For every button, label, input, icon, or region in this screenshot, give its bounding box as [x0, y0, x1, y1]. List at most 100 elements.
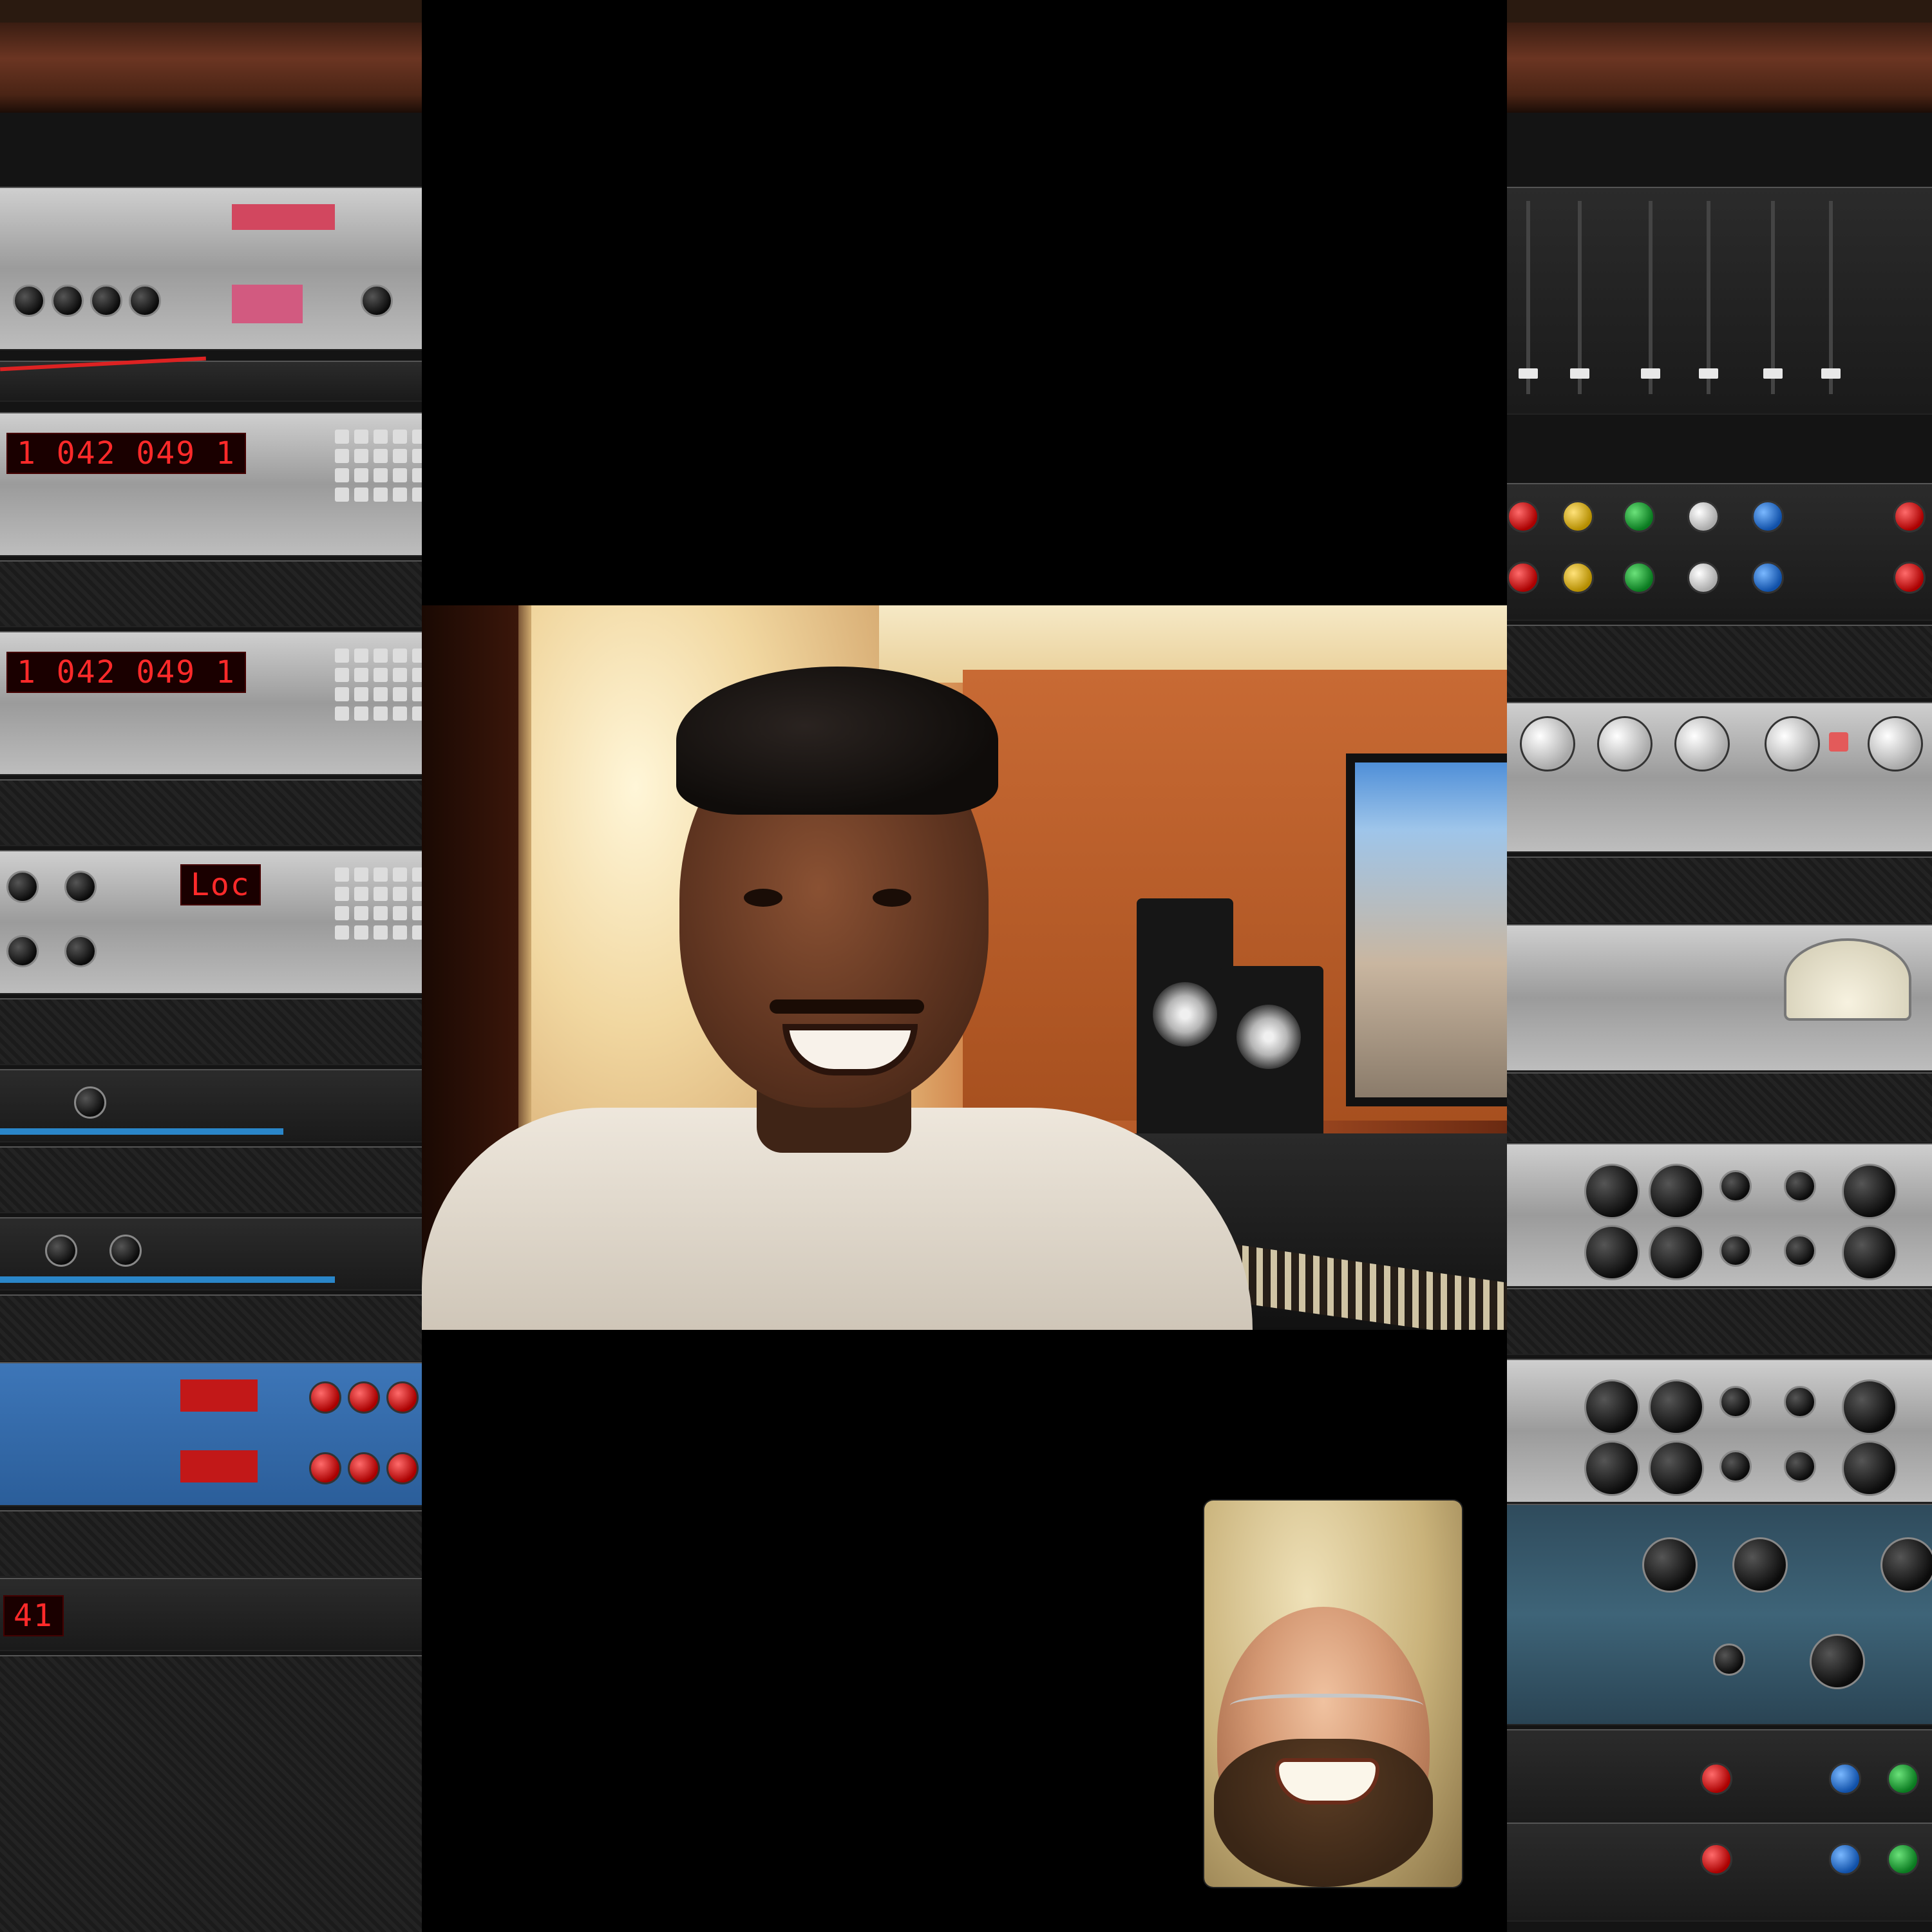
red-display-window	[180, 1379, 258, 1412]
knob	[361, 285, 393, 317]
rack-unit-reverb: Loc	[0, 850, 422, 994]
red-display-window	[180, 1450, 258, 1482]
knob	[6, 935, 39, 967]
right-equipment-rack	[1507, 0, 1932, 1932]
glasses	[1230, 1694, 1423, 1723]
knob	[1719, 1450, 1752, 1482]
red-knob	[1893, 562, 1926, 594]
rack-unit-tube-eq	[1507, 1504, 1932, 1725]
blank-panel	[1507, 1072, 1932, 1142]
blank-panel	[0, 779, 422, 846]
mustache	[770, 999, 924, 1014]
fader-cap	[1699, 368, 1718, 379]
knob	[1649, 1164, 1704, 1219]
knob	[129, 285, 161, 317]
red-knob	[309, 1381, 341, 1414]
remote-participant	[422, 605, 1507, 1330]
blank-panel	[0, 1146, 422, 1213]
green-knob	[1623, 500, 1655, 533]
knob	[1868, 716, 1923, 772]
red-knob	[386, 1452, 419, 1484]
shelf-top	[1507, 0, 1932, 23]
smile	[1275, 1758, 1379, 1804]
rack-unit-delay-2: 1 042 049 1	[0, 631, 422, 775]
knob	[1719, 1386, 1752, 1418]
fader-cap	[1519, 368, 1538, 379]
knob	[52, 285, 84, 317]
knob	[1842, 1225, 1897, 1280]
fader-track	[1578, 201, 1582, 394]
white-knob	[1687, 562, 1719, 594]
knob	[1649, 1379, 1704, 1435]
fader-track	[1649, 201, 1653, 394]
eye	[873, 889, 911, 907]
green-knob	[1887, 1763, 1919, 1795]
red-display-window	[232, 285, 303, 323]
knob	[1784, 1170, 1816, 1202]
led-display: 1 042 049 1	[6, 433, 246, 474]
rack-unit-graphic-eq	[1507, 187, 1932, 415]
fader-track	[1526, 201, 1530, 394]
rack-unit-blue-dual	[0, 1362, 422, 1506]
fader-cap	[1763, 368, 1783, 379]
keypad	[335, 430, 422, 502]
blank-panel	[0, 1655, 422, 1932]
green-knob	[1623, 562, 1655, 594]
patchbay	[0, 356, 422, 402]
blue-knob	[1829, 1763, 1861, 1795]
fader-track	[1707, 201, 1710, 394]
knob	[1880, 1537, 1932, 1593]
blank-panel	[1507, 857, 1932, 923]
red-button	[1829, 732, 1848, 752]
knob	[1842, 1379, 1897, 1435]
yellow-knob	[1562, 500, 1594, 533]
black-cap	[676, 667, 998, 815]
red-knob	[386, 1381, 419, 1414]
blank-panel	[0, 1294, 422, 1361]
red-knob	[1507, 562, 1539, 594]
rack-unit-eq	[0, 1217, 422, 1291]
red-knob	[1893, 500, 1926, 533]
knob	[6, 871, 39, 903]
rack-unit-colored-knobs	[1507, 483, 1932, 621]
blank-panel	[0, 560, 422, 627]
self-preview-video[interactable]	[1204, 1501, 1462, 1887]
rack-unit-multi-effects: 41	[0, 1578, 422, 1651]
red-knob	[1700, 1763, 1732, 1795]
blue-knob	[1752, 562, 1784, 594]
green-knob	[1887, 1843, 1919, 1875]
knob	[1784, 1386, 1816, 1418]
knob	[109, 1235, 142, 1267]
blank-panel	[0, 998, 422, 1065]
vu-meter	[1784, 938, 1911, 1021]
rack-unit-compressor-1	[1507, 1143, 1932, 1287]
led-display: 1 042 049 1	[6, 652, 246, 693]
fader-track	[1829, 201, 1833, 394]
rack-unit-channel-strip	[1507, 924, 1932, 1072]
fader-cap	[1570, 368, 1589, 379]
knob	[1584, 1164, 1640, 1219]
blue-trim	[0, 1128, 283, 1135]
red-display-window	[232, 204, 335, 230]
knob	[1584, 1379, 1640, 1435]
knob	[74, 1086, 106, 1119]
rack-unit-compressor-2	[1507, 1359, 1932, 1503]
knob	[1713, 1643, 1745, 1676]
rack-unit-compressor	[0, 1069, 422, 1142]
rack-unit-dbx-1	[1507, 1729, 1932, 1828]
patch-cable-red	[0, 356, 206, 372]
knob	[1842, 1441, 1897, 1496]
rack-unit-delay-1: 1 042 049 1	[0, 412, 422, 556]
knob	[1584, 1225, 1640, 1280]
knob	[1784, 1450, 1816, 1482]
rack-unit-processor	[0, 187, 422, 350]
knob	[90, 285, 122, 317]
remote-video-feed[interactable]	[422, 605, 1507, 1330]
knob	[1520, 716, 1575, 772]
knob	[13, 285, 45, 317]
knob	[1842, 1164, 1897, 1219]
knob	[1719, 1170, 1752, 1202]
knob	[45, 1235, 77, 1267]
knob	[1674, 716, 1730, 772]
knob	[1784, 1235, 1816, 1267]
